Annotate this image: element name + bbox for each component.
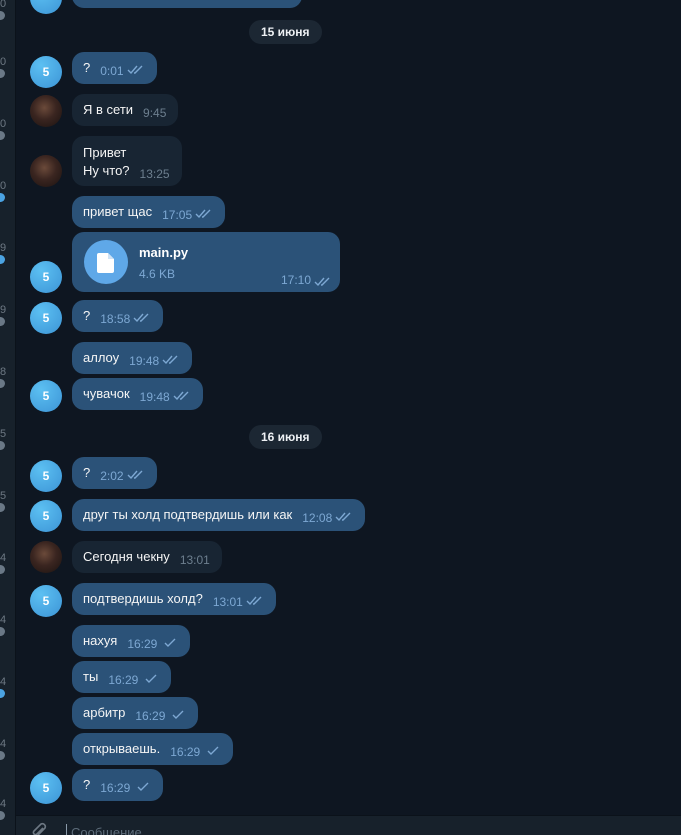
read-ticks-icon bbox=[162, 355, 178, 365]
contact-avatar[interactable] bbox=[30, 541, 62, 573]
unread-dot bbox=[0, 503, 5, 512]
chat-list-item[interactable]: 4 bbox=[0, 798, 16, 820]
avatar[interactable]: 5 bbox=[30, 772, 62, 804]
sent-tick-icon bbox=[172, 710, 184, 719]
message-bubble[interactable]: ? 18:58 bbox=[72, 300, 164, 332]
contact-avatar[interactable] bbox=[30, 155, 62, 187]
message-bubble[interactable]: Сегодня чекну 13:01 bbox=[72, 541, 222, 573]
message-bubble-cropped[interactable] bbox=[72, 0, 302, 8]
chat-list-item[interactable]: 0 bbox=[0, 180, 16, 202]
message-bubble[interactable]: нахуя 16:29 bbox=[72, 625, 191, 657]
avatar[interactable]: 5 bbox=[30, 56, 62, 88]
date-separator: 15 июня bbox=[249, 20, 322, 44]
read-ticks-icon bbox=[173, 391, 189, 401]
date-separator: 16 июня bbox=[249, 425, 322, 449]
avatar[interactable]: 5 bbox=[30, 261, 62, 293]
message-time: 17:10 bbox=[281, 273, 332, 287]
sent-tick-icon bbox=[207, 746, 219, 755]
message-bubble[interactable]: Привет Ну что? 13:25 bbox=[72, 136, 182, 186]
sent-tick-icon bbox=[145, 674, 157, 683]
chat-list-item[interactable]: 4 bbox=[0, 614, 16, 636]
unread-dot bbox=[0, 131, 5, 140]
file-size: 4.6 KB bbox=[139, 267, 176, 281]
read-ticks-icon bbox=[127, 65, 143, 75]
read-ticks-icon bbox=[314, 277, 330, 287]
unread-dot bbox=[0, 11, 5, 20]
file-message[interactable]: main.py 4.6 KB 17:10 bbox=[72, 232, 340, 292]
read-ticks-icon bbox=[195, 209, 211, 219]
avatar[interactable]: 5 bbox=[30, 380, 62, 412]
message-bubble[interactable]: Я в сети 9:45 bbox=[72, 94, 179, 126]
message-composer[interactable]: Сообщение bbox=[16, 815, 681, 835]
message-bubble[interactable]: друг ты холд подтвердишь или как 12:08 bbox=[72, 499, 366, 531]
message-input[interactable]: Сообщение bbox=[71, 825, 142, 835]
chat-list-item[interactable]: 0 bbox=[0, 56, 16, 78]
read-ticks-icon bbox=[335, 512, 351, 522]
message-bubble[interactable]: ? 2:02 bbox=[72, 457, 157, 489]
chat-list-item[interactable]: 5 bbox=[0, 428, 16, 450]
message-bubble[interactable]: привет щас 17:05 bbox=[72, 196, 226, 228]
chat-list-item[interactable]: 0 bbox=[0, 0, 16, 20]
unread-dot bbox=[0, 751, 5, 760]
message-bubble[interactable]: чувачок 19:48 bbox=[72, 378, 203, 410]
chat-list-item[interactable]: 4 bbox=[0, 676, 16, 698]
chat-list-item[interactable]: 9 bbox=[0, 242, 16, 264]
message-bubble[interactable]: подтвердишь холд? 13:01 bbox=[72, 583, 276, 615]
avatar[interactable]: 5 bbox=[30, 302, 62, 334]
unread-dot bbox=[0, 255, 5, 264]
unread-dot bbox=[0, 627, 5, 636]
avatar[interactable]: 5 bbox=[30, 585, 62, 617]
unread-dot bbox=[0, 689, 5, 698]
chat-list-item[interactable]: 0 bbox=[0, 118, 16, 140]
message-history[interactable]: 15 июня 5 ? 0:01 Я в сети 9:45 Привет Ну ч… bbox=[16, 0, 681, 835]
chat-list-item[interactable]: 4 bbox=[0, 552, 16, 574]
chat-list-item[interactable]: 9 bbox=[0, 304, 16, 326]
unread-dot bbox=[0, 317, 5, 326]
message-bubble[interactable]: аллоу 19:48 bbox=[72, 342, 193, 374]
contact-avatar[interactable] bbox=[30, 95, 62, 127]
message-bubble[interactable]: ? 16:29 bbox=[72, 769, 164, 801]
chat-list-item[interactable]: 4 bbox=[0, 738, 16, 760]
unread-dot bbox=[0, 441, 5, 450]
message-bubble[interactable]: арбитр 16:29 bbox=[72, 697, 199, 729]
sent-tick-icon bbox=[137, 782, 149, 791]
text-caret bbox=[66, 824, 67, 835]
unread-dot bbox=[0, 69, 5, 78]
avatar[interactable]: 5 bbox=[30, 500, 62, 532]
file-icon[interactable] bbox=[84, 240, 128, 284]
read-ticks-icon bbox=[133, 313, 149, 323]
document-icon bbox=[97, 253, 114, 273]
unread-dot bbox=[0, 565, 5, 574]
avatar[interactable] bbox=[30, 0, 62, 14]
message-bubble[interactable]: ? 0:01 bbox=[72, 52, 157, 84]
unread-dot bbox=[0, 379, 5, 388]
sent-tick-icon bbox=[164, 638, 176, 647]
paperclip-icon[interactable] bbox=[30, 822, 48, 835]
message-bubble[interactable]: открываешь. 16:29 bbox=[72, 733, 234, 765]
unread-dot bbox=[0, 811, 5, 820]
chat-list-strip: 0 0 0 0 9 9 8 5 5 4 4 4 4 4 bbox=[0, 0, 16, 835]
file-name[interactable]: main.py bbox=[139, 245, 188, 260]
message-bubble[interactable]: ты 16:29 bbox=[72, 661, 172, 693]
read-ticks-icon bbox=[127, 470, 143, 480]
chat-list-item[interactable]: 8 bbox=[0, 366, 16, 388]
read-ticks-icon bbox=[246, 596, 262, 606]
unread-dot bbox=[0, 193, 5, 202]
avatar[interactable]: 5 bbox=[30, 460, 62, 492]
chat-list-item[interactable]: 5 bbox=[0, 490, 16, 512]
